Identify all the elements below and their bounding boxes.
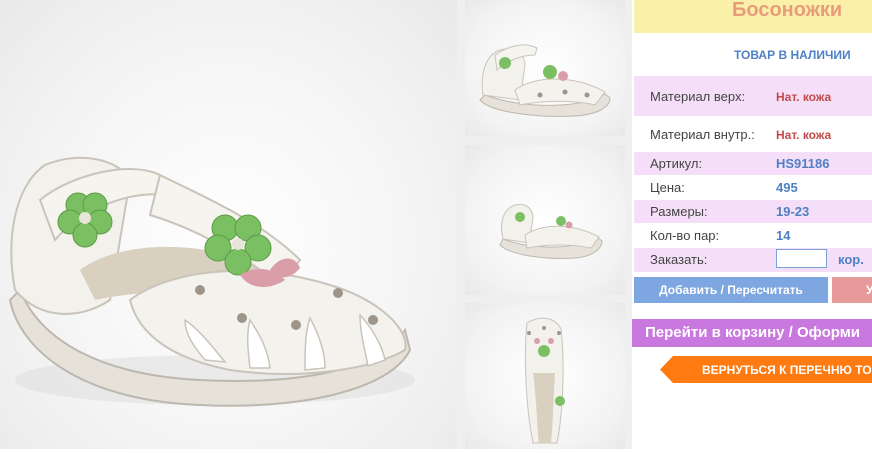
row-article: Артикул: HS91186 [634,152,872,175]
sizes-label: Размеры: [650,204,708,219]
row-sizes: Размеры: 19-23 [634,200,872,223]
price-value: 495 [776,180,798,195]
thumbnail-1[interactable] [465,0,625,136]
thumbnail-2[interactable] [465,145,625,295]
delete-button[interactable]: У [832,277,872,303]
add-recalculate-button[interactable]: Добавить / Пересчитать [634,277,828,303]
order-label: Заказать: [650,252,708,267]
back-to-list-button[interactable]: ВЕРНУТЬСЯ К ПЕРЕЧНЮ ТОВА [660,356,872,383]
sandal-thumbnail-top [524,317,565,444]
material-outer-label: Материал верх: [650,89,746,104]
material-outer-value: Нат. кожа [776,90,832,104]
go-to-cart-button[interactable]: Перейти в корзину / Оформи [632,319,872,347]
sandal-thumbnail-side [479,44,611,117]
material-inner-label: Материал внутр.: [650,127,755,142]
row-pairs: Кол-во пар: 14 [634,224,872,247]
row-price: Цена: 495 [634,176,872,199]
price-label: Цена: [650,180,685,195]
sizes-value: 19-23 [776,204,810,219]
go-to-cart-label: Перейти в корзину / Оформи [645,324,861,341]
article-value: HS91186 [776,156,830,171]
row-material-inner: Материал внутр.: Нат. кожа [634,117,872,151]
product-title-bar: Босоножки [634,0,872,33]
unit-label: кор. [838,252,864,267]
delete-button-label: У [866,283,872,297]
pairs-value: 14 [776,228,791,243]
article-label: Артикул: [650,156,703,171]
material-inner-value: Нат. кожа [776,128,832,142]
stock-status: ТОВАР В НАЛИЧИИ [734,48,851,62]
thumbnail-3[interactable] [465,303,625,449]
main-product-photo [0,0,457,449]
product-title: Босоножки [732,0,843,21]
sandal-thumbnail-angle [499,203,603,259]
row-order: Заказать: [634,248,872,272]
pairs-label: Кол-во пар: [650,228,720,243]
add-recalculate-label: Добавить / Пересчитать [659,283,803,297]
sandal-image [8,156,415,407]
quantity-input[interactable] [776,249,827,268]
back-to-list-label: ВЕРНУТЬСЯ К ПЕРЕЧНЮ ТОВА [702,363,872,377]
row-material-outer: Материал верх: Нат. кожа [634,76,872,116]
